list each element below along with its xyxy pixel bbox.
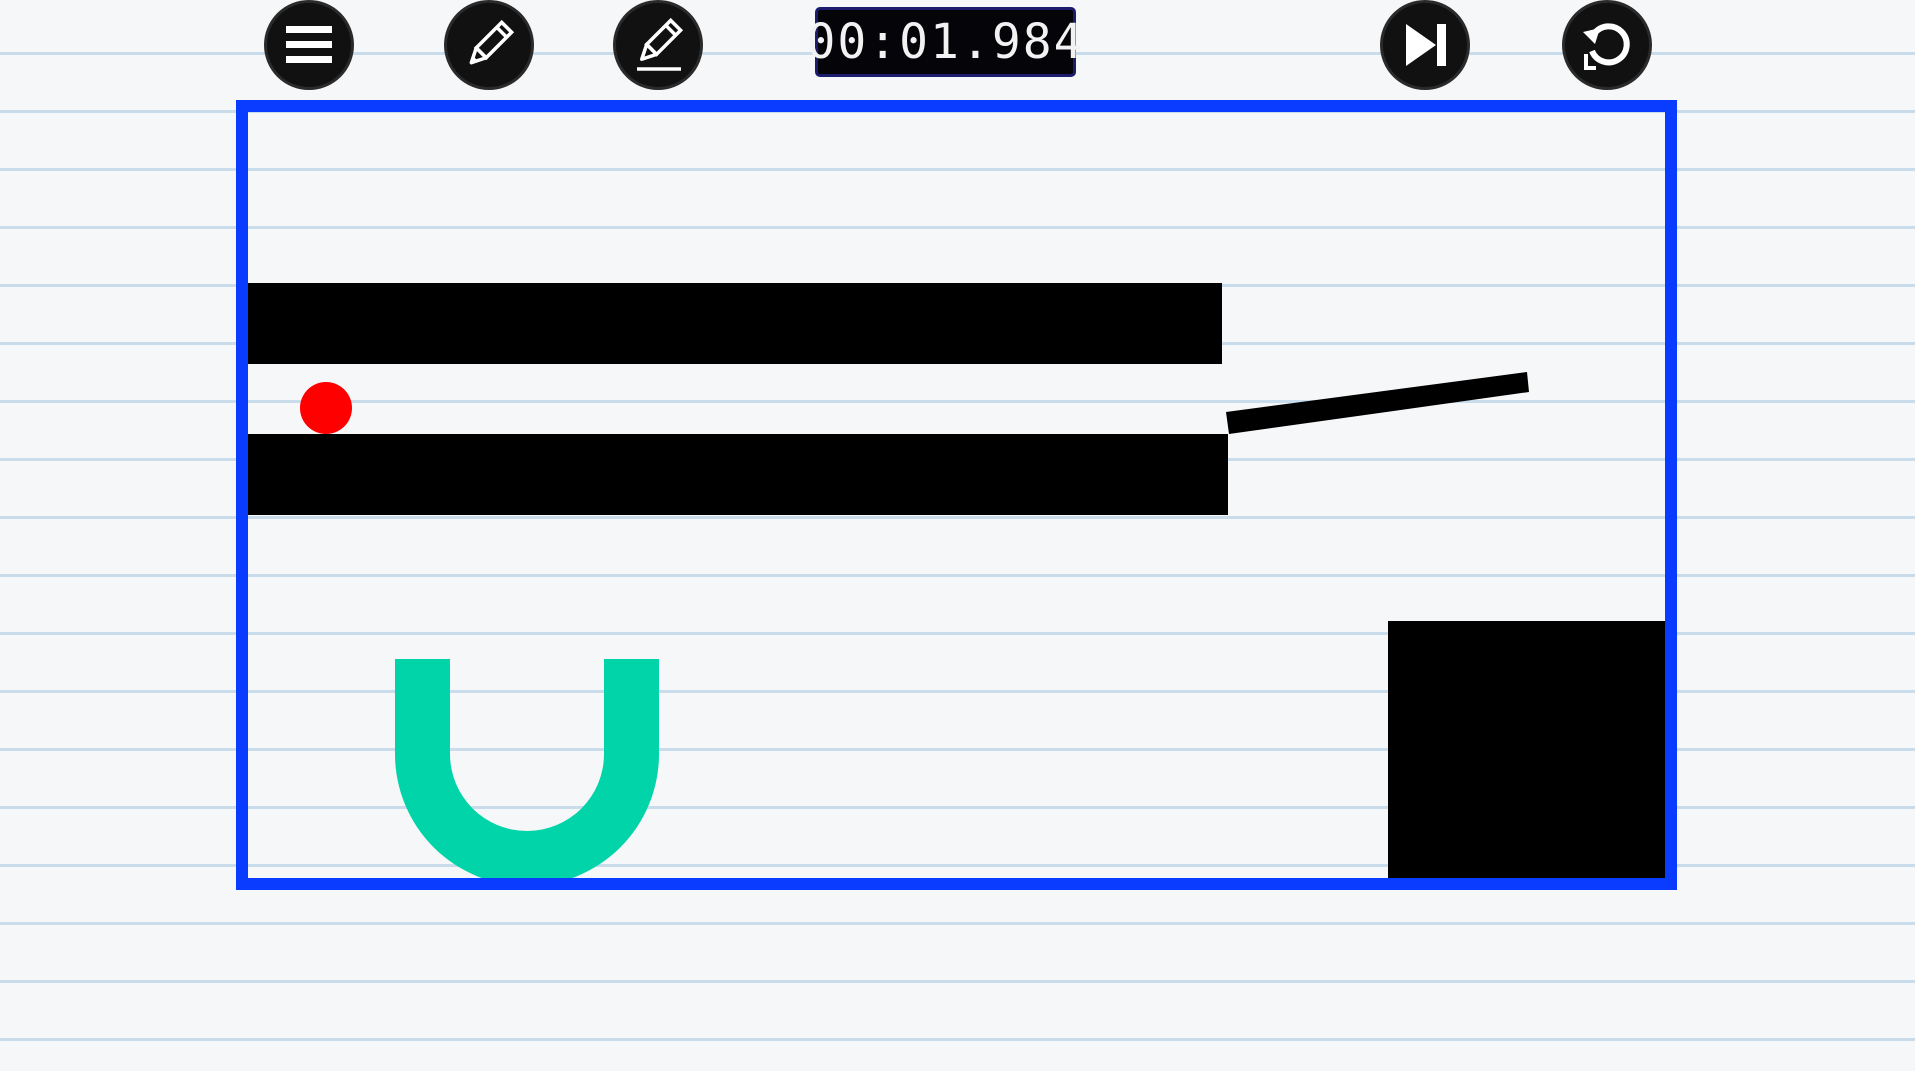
skip-forward-icon bbox=[1406, 24, 1446, 66]
draw-pencil-button[interactable] bbox=[444, 0, 534, 90]
goal-cup bbox=[395, 659, 659, 878]
menu-button[interactable] bbox=[264, 0, 354, 90]
restart-icon bbox=[1583, 23, 1630, 70]
pencil-icon bbox=[469, 19, 515, 65]
level-timer: 00:01.984 bbox=[806, 7, 1083, 77]
skip-level-button[interactable] bbox=[1380, 0, 1470, 90]
drawn-line bbox=[1226, 372, 1529, 434]
restart-level-button[interactable] bbox=[1562, 0, 1652, 90]
upper-wall bbox=[248, 283, 1222, 364]
hamburger-menu-icon bbox=[286, 26, 332, 63]
level-canvas[interactable] bbox=[248, 112, 1665, 878]
play-field[interactable] bbox=[236, 100, 1677, 890]
black-block bbox=[1388, 621, 1665, 878]
red-ball[interactable] bbox=[300, 382, 352, 434]
lower-wall bbox=[248, 434, 1228, 515]
eraser-pencil-icon bbox=[637, 17, 684, 71]
timer-value: 00:01.984 bbox=[806, 14, 1085, 70]
erase-button[interactable] bbox=[613, 0, 703, 90]
